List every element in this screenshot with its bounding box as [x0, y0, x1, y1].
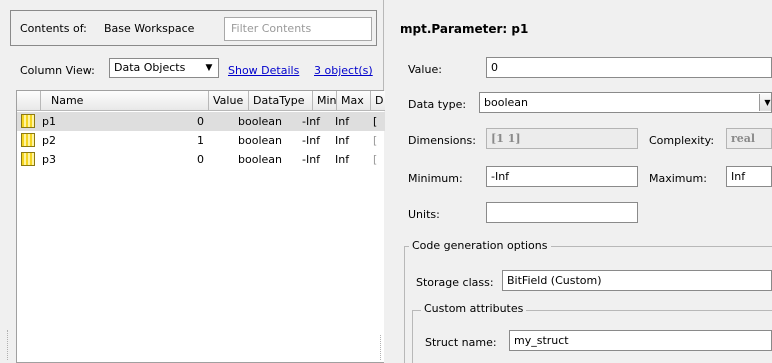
- units-field[interactable]: [486, 202, 638, 223]
- struct-name-label: Struct name:: [425, 336, 497, 349]
- row-d: [: [373, 115, 378, 128]
- column-view-value: Data Objects: [114, 61, 186, 74]
- column-header-datatype[interactable]: DataType: [249, 91, 313, 111]
- parameter-object-icon: [21, 114, 35, 128]
- row-d: [: [373, 153, 378, 166]
- row-value: 0: [197, 153, 204, 166]
- row-name: p2: [42, 134, 56, 147]
- parameter-dialog-panel: mpt.Parameter: p1 Value: 0 Data type: bo…: [385, 0, 772, 363]
- storage-class-label: Storage class:: [416, 276, 494, 289]
- parameter-object-icon: [21, 133, 35, 147]
- complexity-label: Complexity:: [649, 134, 715, 147]
- dropdown-arrow-icon[interactable]: ▼: [201, 60, 217, 76]
- value-field[interactable]: 0: [486, 57, 772, 78]
- row-min: -Inf: [302, 115, 321, 128]
- maximum-field[interactable]: Inf: [726, 166, 772, 187]
- units-label: Units:: [408, 208, 440, 221]
- dimensions-field: [1 1]: [486, 128, 638, 149]
- dropdown-arrow-icon[interactable]: ▼: [759, 94, 771, 111]
- column-view-label: Column View:: [20, 64, 95, 77]
- column-view-select[interactable]: Data Objects ▼: [109, 58, 219, 78]
- row-max: Inf: [335, 153, 350, 166]
- row-min: -Inf: [302, 134, 321, 147]
- maximum-label: Maximum:: [649, 172, 707, 185]
- row-max: Inf: [335, 115, 350, 128]
- contents-of-label: Contents of:: [20, 22, 87, 35]
- minimum-label: Minimum:: [408, 172, 463, 185]
- row-min: -Inf: [302, 153, 321, 166]
- row-value: 1: [197, 134, 204, 147]
- parameter-object-icon: [21, 152, 35, 166]
- workspace-name: Base Workspace: [104, 22, 195, 35]
- column-header-icon[interactable]: [17, 91, 41, 111]
- row-datatype: boolean: [238, 134, 282, 147]
- column-header-value[interactable]: Value: [209, 91, 249, 111]
- dialog-title: mpt.Parameter: p1: [400, 22, 529, 36]
- struct-name-field[interactable]: my_struct: [509, 330, 772, 351]
- datatype-label: Data type:: [408, 98, 467, 111]
- row-value: 0: [197, 115, 204, 128]
- row-max: Inf: [335, 134, 350, 147]
- table-row-p1[interactable]: p1 0 boolean -Inf Inf [: [17, 112, 385, 131]
- row-datatype: boolean: [238, 115, 282, 128]
- table-row-p2[interactable]: p2 1 boolean -Inf Inf [: [17, 131, 385, 150]
- value-label: Value:: [408, 63, 442, 76]
- row-name: p1: [42, 115, 56, 128]
- workspace-browser-panel: Contents of: Base Workspace Filter Conte…: [0, 0, 385, 363]
- complexity-field: real: [726, 128, 772, 149]
- row-d: [: [373, 134, 378, 147]
- column-header-name[interactable]: Name: [41, 91, 209, 111]
- splitter-grip[interactable]: [380, 335, 382, 360]
- show-details-link[interactable]: Show Details: [228, 64, 299, 77]
- custom-attributes-legend: Custom attributes: [421, 302, 527, 315]
- resize-grip[interactable]: [7, 330, 9, 360]
- storage-class-select[interactable]: BitField (Custom): [502, 270, 772, 291]
- column-header-max[interactable]: Max: [337, 91, 371, 111]
- code-generation-legend: Code generation options: [409, 239, 551, 252]
- column-header-min[interactable]: Min: [313, 91, 337, 111]
- objects-table: Name Value DataType Min Max D p1 0 boole…: [16, 90, 385, 363]
- object-count-link[interactable]: 3 object(s): [314, 64, 373, 77]
- row-datatype: boolean: [238, 153, 282, 166]
- filter-contents-input[interactable]: Filter Contents: [224, 17, 372, 41]
- datatype-value: boolean: [484, 96, 528, 109]
- minimum-field[interactable]: -Inf: [486, 166, 638, 187]
- datatype-select[interactable]: boolean ▼: [479, 92, 772, 113]
- column-header-d[interactable]: D: [371, 91, 385, 111]
- row-name: p3: [42, 153, 56, 166]
- dimensions-label: Dimensions:: [408, 134, 476, 147]
- table-row-p3[interactable]: p3 0 boolean -Inf Inf [: [17, 150, 385, 169]
